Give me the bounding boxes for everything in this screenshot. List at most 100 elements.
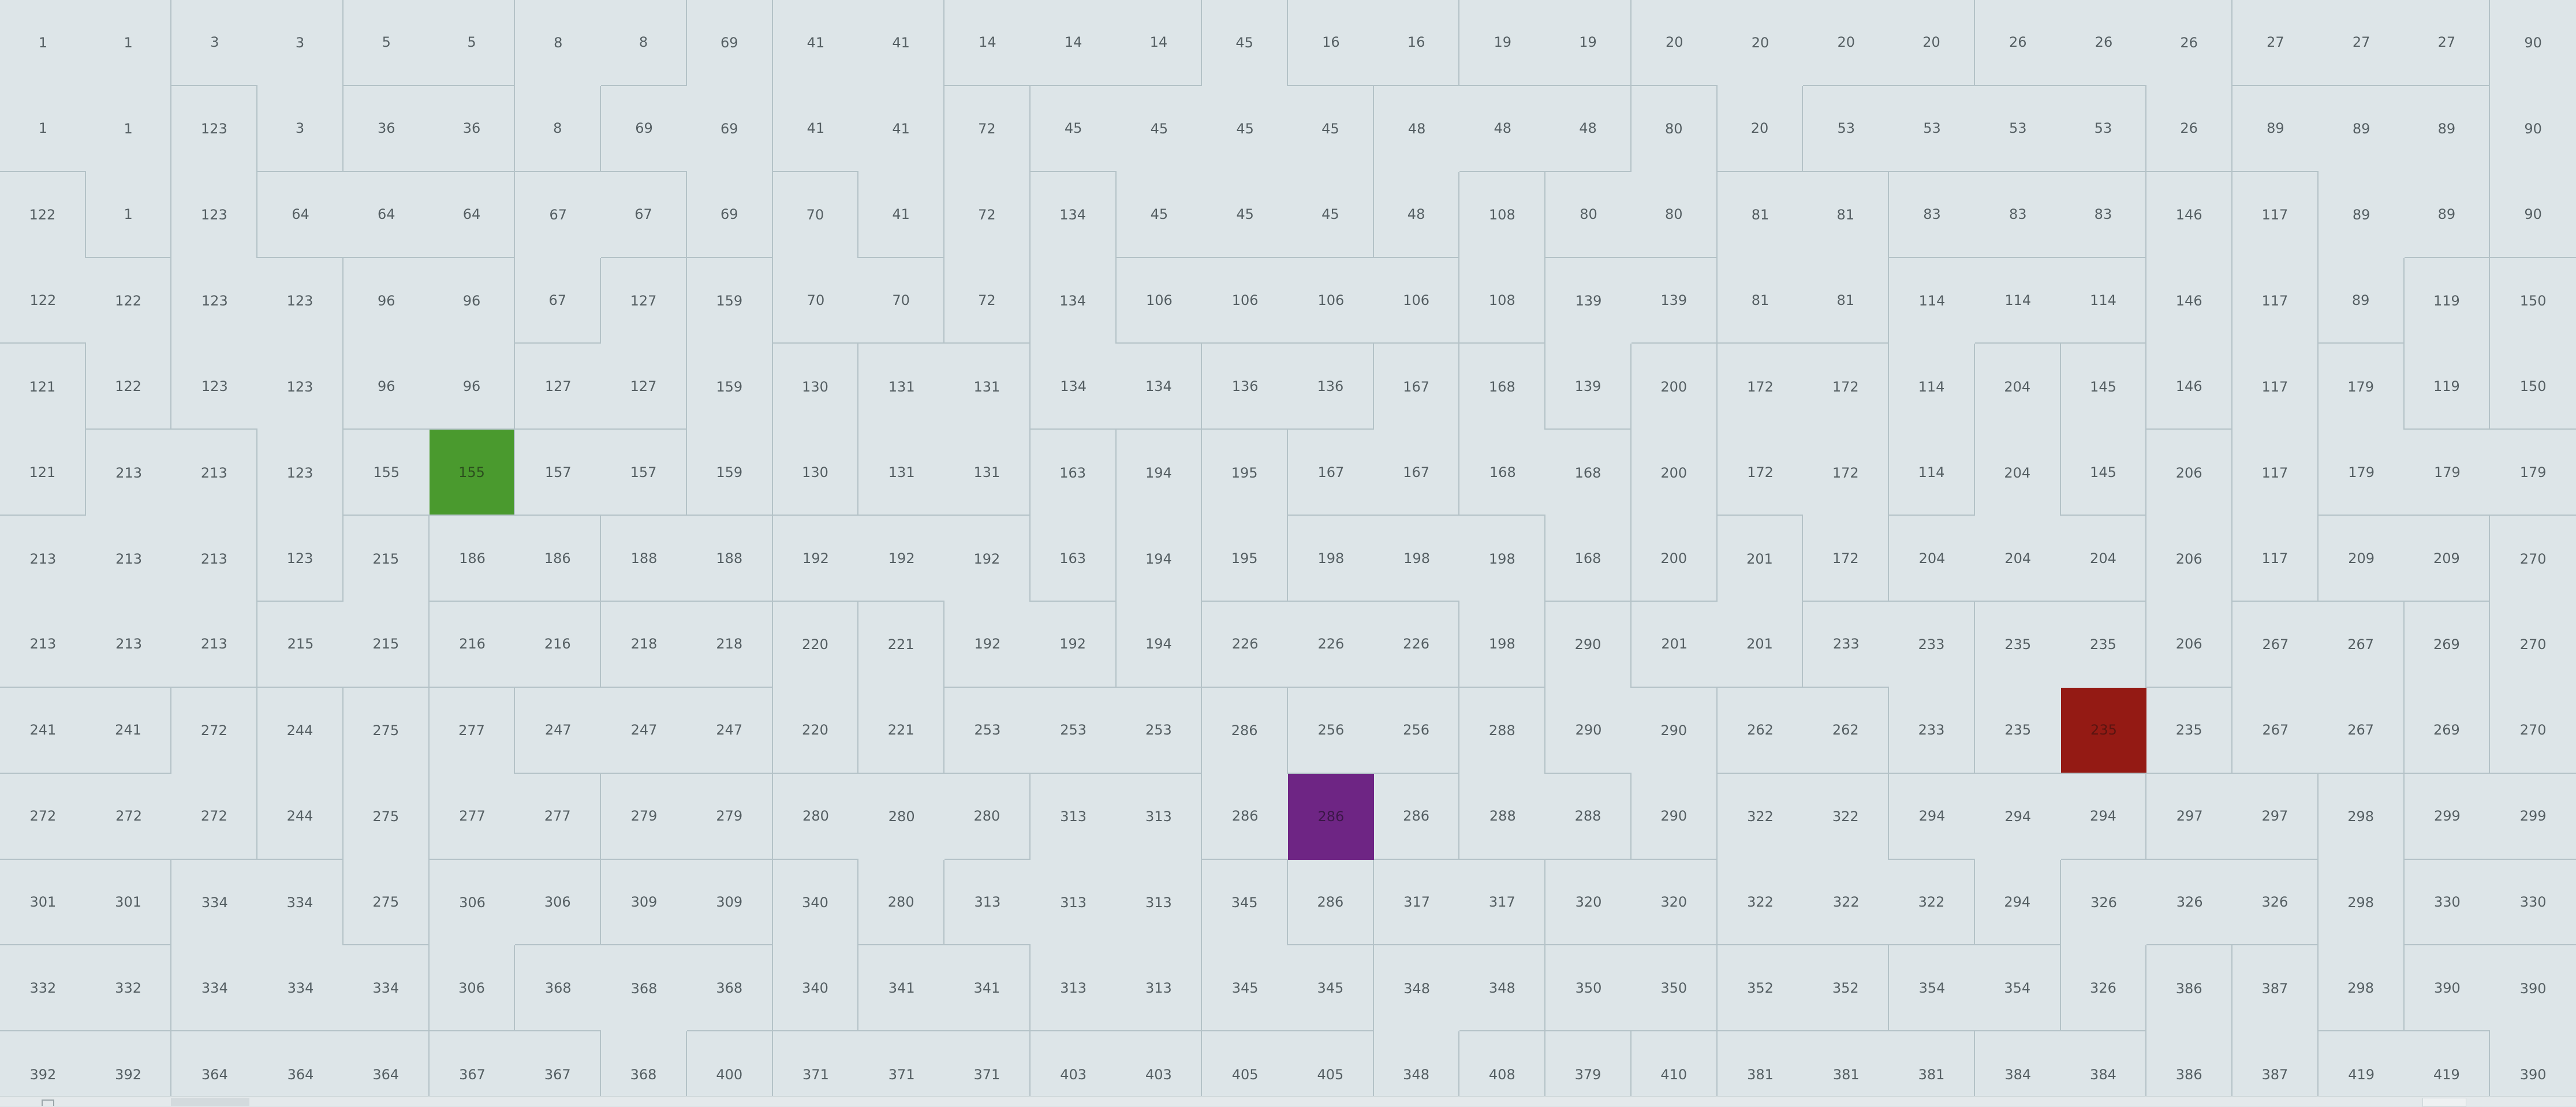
maze-cell[interactable]: 297 [2146,773,2233,860]
maze-cell[interactable]: 48 [1373,172,1460,258]
maze-cell[interactable]: 157 [515,430,602,516]
maze-cell[interactable]: 352 [1717,945,1804,1032]
maze-cell[interactable]: 121 [0,344,86,430]
maze-cell[interactable]: 198 [1288,516,1374,602]
maze-cell[interactable]: 381 [1889,1031,1975,1096]
maze-cell[interactable]: 286 [1202,773,1288,860]
maze-cell[interactable]: 275 [343,859,430,946]
maze-cell[interactable]: 3 [257,85,344,172]
maze-cell[interactable]: 26 [2146,85,2233,172]
maze-cell[interactable]: 317 [1373,859,1460,946]
maze-cell[interactable]: 299 [2404,773,2491,860]
maze-cell[interactable]: 41 [772,85,859,172]
maze-cell[interactable]: 213 [171,516,258,602]
maze-cell[interactable]: 131 [858,344,945,430]
maze-cell[interactable]: 200 [1631,516,1718,602]
maze-cell[interactable]: 213 [171,602,258,688]
maze-cell[interactable]: 209 [2404,516,2491,602]
maze-cell[interactable]: 1 [85,85,172,172]
maze-cell[interactable]: 186 [515,516,602,602]
maze-cell[interactable]: 247 [515,687,602,774]
maze-cell[interactable]: 277 [515,773,602,860]
maze-cell[interactable]: 290 [1545,687,1632,774]
maze-cell[interactable]: 194 [1116,516,1203,602]
maze-cell[interactable]: 134 [1116,344,1203,430]
maze-cell[interactable]: 117 [2232,344,2319,430]
maze-cell[interactable]: 201 [1717,516,1804,602]
maze-cell[interactable]: 26 [1974,0,2061,86]
maze-cell[interactable]: 306 [429,859,516,946]
maze-cell[interactable]: 114 [1889,430,1975,516]
maze-cell[interactable]: 213 [171,430,258,516]
maze-cell[interactable]: 20 [1717,85,1804,172]
maze-cell[interactable]: 19 [1459,0,1546,86]
maze-cell[interactable]: 235 [1974,687,2061,774]
maze-cell[interactable]: 200 [1631,430,1718,516]
maze-cell[interactable]: 123 [171,172,258,258]
maze-cell[interactable]: 3 [257,0,344,86]
maze-cell[interactable]: 36 [429,85,516,172]
maze-cell[interactable]: 122 [85,344,172,430]
maze-cell[interactable]: 123 [257,516,344,602]
maze-cell[interactable]: 159 [686,344,773,430]
maze-cell[interactable]: 204 [1889,516,1975,602]
maze-cell[interactable]: 70 [772,172,859,258]
maze-cell[interactable]: 298 [2318,773,2405,860]
maze-cell[interactable]: 390 [2490,945,2576,1032]
maze-cell[interactable]: 368 [601,1031,687,1096]
maze-cell[interactable]: 172 [1803,344,1890,430]
maze-cell[interactable]: 330 [2490,859,2576,946]
maze-cell[interactable]: 163 [1030,430,1117,516]
maze-cell[interactable]: 130 [772,430,859,516]
maze-cell[interactable]: 226 [1202,602,1288,688]
maze-cell[interactable]: 256 [1373,687,1460,774]
maze-cell[interactable]: 41 [858,0,945,86]
maze-cell[interactable]: 122 [0,258,86,344]
maze-cell[interactable]: 198 [1459,602,1546,688]
maze-cell[interactable]: 67 [515,258,602,344]
maze-cell[interactable]: 45 [1202,172,1288,258]
maze-cell[interactable]: 45 [1116,172,1203,258]
maze-cell[interactable]: 198 [1373,516,1460,602]
maze-cell[interactable]: 267 [2232,602,2319,688]
maze-cell[interactable]: 80 [1545,172,1632,258]
maze-cell[interactable]: 215 [343,516,430,602]
maze-cell[interactable]: 301 [85,859,172,946]
maze-cell[interactable]: 96 [343,344,430,430]
maze-cell[interactable]: 81 [1803,258,1890,344]
maze-cell[interactable]: 272 [85,773,172,860]
maze-cell[interactable]: 348 [1373,945,1460,1032]
maze-cell[interactable]: 146 [2146,258,2233,344]
maze-cell[interactable]: 345 [1202,945,1288,1032]
maze-cell[interactable]: 233 [1889,602,1975,688]
maze-cell[interactable]: 119 [2404,258,2491,344]
maze-cell[interactable]: 172 [1717,430,1804,516]
maze-cell[interactable]: 123 [171,85,258,172]
maze-cell[interactable]: 215 [343,602,430,688]
maze-cell[interactable]: 8 [601,0,687,86]
maze-cell[interactable]: 348 [1459,945,1546,1032]
maze-cell[interactable]: 48 [1545,85,1632,172]
maze-cell[interactable]: 83 [1889,172,1975,258]
maze-cell[interactable]: 206 [2146,430,2233,516]
maze-cell[interactable]: 400 [686,1031,773,1096]
maze-cell[interactable]: 267 [2232,687,2319,774]
maze-cell[interactable]: 419 [2404,1031,2491,1096]
maze-cell[interactable]: 167 [1373,430,1460,516]
maze-cell[interactable]: 213 [85,602,172,688]
maze-cell[interactable]: 14 [1030,0,1117,86]
maze-cell[interactable]: 235 [2060,602,2147,688]
maze-cell[interactable]: 279 [686,773,773,860]
maze-cell[interactable]: 123 [257,430,344,516]
maze-cell[interactable]: 220 [772,602,859,688]
maze-cell[interactable]: 150 [2490,258,2576,344]
maze-cell[interactable]: 313 [1030,945,1117,1032]
maze-cell[interactable]: 341 [944,945,1031,1032]
maze-cell[interactable]: 131 [858,430,945,516]
maze-cell[interactable]: 192 [1030,602,1117,688]
maze-cell[interactable]: 172 [1717,344,1804,430]
maze-cell[interactable]: 117 [2232,258,2319,344]
maze-cell[interactable]: 368 [601,945,687,1032]
maze-cell[interactable]: 81 [1717,258,1804,344]
maze-cell[interactable]: 272 [0,773,86,860]
